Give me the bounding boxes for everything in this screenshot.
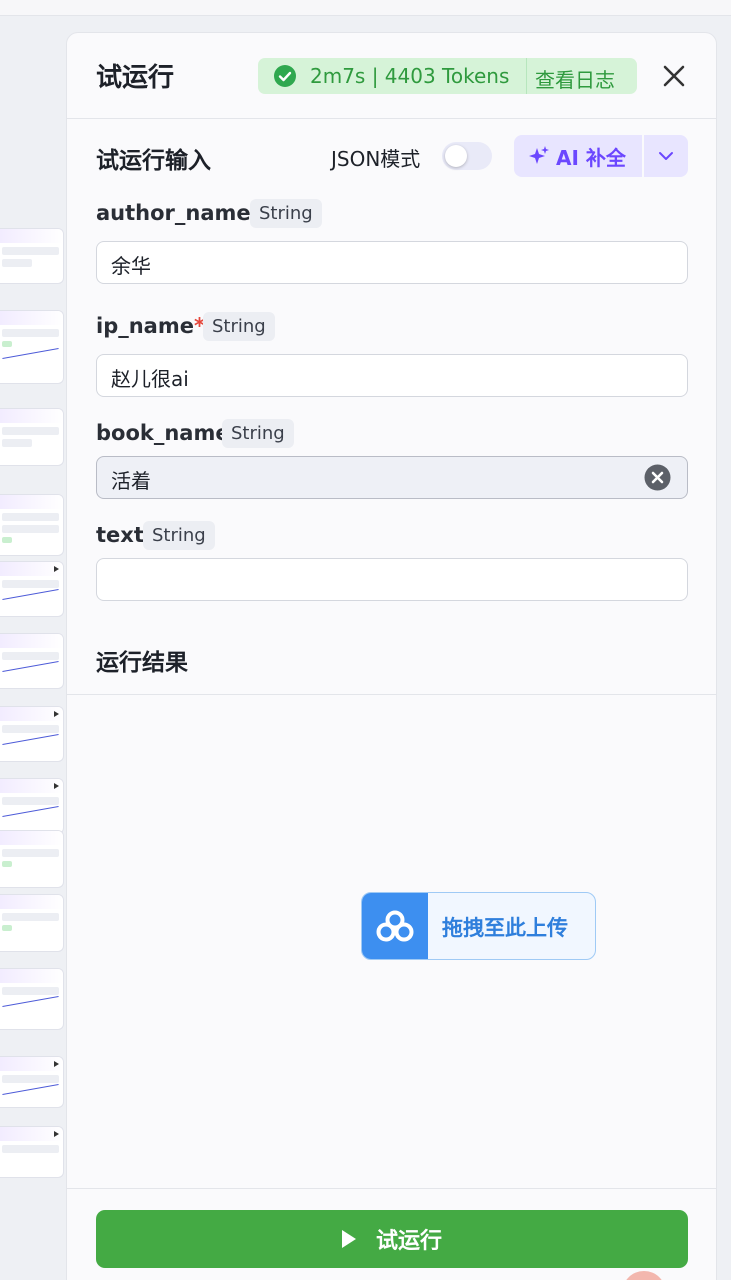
divider: [67, 1188, 716, 1189]
text-label: text: [96, 523, 144, 547]
canvas-node[interactable]: [0, 494, 64, 556]
field-name: text: [96, 523, 144, 547]
run-stats: 2m7s | 4403 Tokens: [310, 64, 510, 88]
canvas-node[interactable]: [0, 408, 64, 466]
sparkle-icon: [529, 146, 549, 164]
upload-icon-box: [362, 893, 428, 959]
input-value: 赵儿很ai: [111, 367, 189, 391]
ai-complete-label: AI 补全: [556, 145, 626, 170]
result-section-title: 运行结果: [96, 650, 188, 676]
input-value: 活着: [111, 469, 151, 493]
type-tag: String: [250, 199, 322, 228]
chevron-down-icon: [659, 152, 673, 160]
canvas-node[interactable]: [0, 778, 64, 834]
canvas-node[interactable]: [0, 228, 64, 284]
field-name: ip_name: [96, 314, 194, 338]
cloud-upload-icon: [376, 910, 414, 942]
ai-complete-button[interactable]: AI 补全: [514, 135, 642, 177]
canvas-node[interactable]: [0, 1126, 64, 1178]
canvas-node[interactable]: [0, 1056, 64, 1108]
input-section-title: 试运行输入: [96, 148, 211, 174]
type-tag: String: [222, 419, 294, 448]
input-value: 余华: [111, 254, 151, 278]
json-mode-toggle[interactable]: [442, 142, 492, 170]
book-name-input[interactable]: 活着: [96, 456, 688, 499]
canvas-node[interactable]: [0, 633, 64, 689]
ip-name-label: ip_name*: [96, 314, 205, 338]
canvas-node[interactable]: [0, 894, 64, 952]
badge-divider: [526, 58, 527, 94]
panel-header: 试运行 2m7s | 4403 Tokens 查看日志: [67, 33, 716, 119]
book-name-label: book_name: [96, 421, 230, 445]
text-input[interactable]: [96, 558, 688, 601]
canvas-node[interactable]: [0, 310, 64, 384]
type-tag: String: [203, 312, 275, 341]
type-tag: String: [143, 521, 215, 550]
field-name: author_name: [96, 201, 251, 225]
ai-options-dropdown[interactable]: [644, 135, 688, 177]
view-logs-link[interactable]: 查看日志: [535, 64, 615, 93]
canvas-node[interactable]: [0, 561, 64, 617]
workflow-canvas-background: [0, 16, 66, 1280]
play-icon: [341, 1230, 356, 1248]
drag-upload-button[interactable]: 拖拽至此上传: [361, 892, 596, 960]
json-mode-label: JSON模式: [331, 147, 421, 171]
test-run-panel: 试运行 2m7s | 4403 Tokens 查看日志 试运行输入 JSON模式…: [66, 32, 717, 1280]
field-name: book_name: [96, 421, 230, 445]
panel-title: 试运行: [96, 63, 175, 93]
toggle-knob: [445, 145, 467, 167]
run-test-button[interactable]: 试运行: [96, 1210, 688, 1268]
top-toolbar-strip: [0, 0, 731, 16]
upload-label: 拖拽至此上传: [442, 916, 568, 940]
author-name-input[interactable]: 余华: [96, 241, 688, 284]
canvas-node[interactable]: [0, 968, 64, 1030]
clear-input-icon[interactable]: [644, 464, 671, 491]
run-status-badge: 2m7s | 4403 Tokens 查看日志: [258, 58, 637, 94]
run-test-label: 试运行: [375, 1229, 442, 1254]
author-name-label: author_name*: [96, 201, 262, 225]
canvas-node[interactable]: [0, 706, 64, 762]
success-check-icon: [274, 65, 296, 87]
ip-name-input[interactable]: 赵儿很ai: [96, 354, 688, 397]
close-icon[interactable]: [659, 61, 689, 91]
divider: [67, 694, 716, 695]
canvas-node[interactable]: [0, 830, 64, 888]
